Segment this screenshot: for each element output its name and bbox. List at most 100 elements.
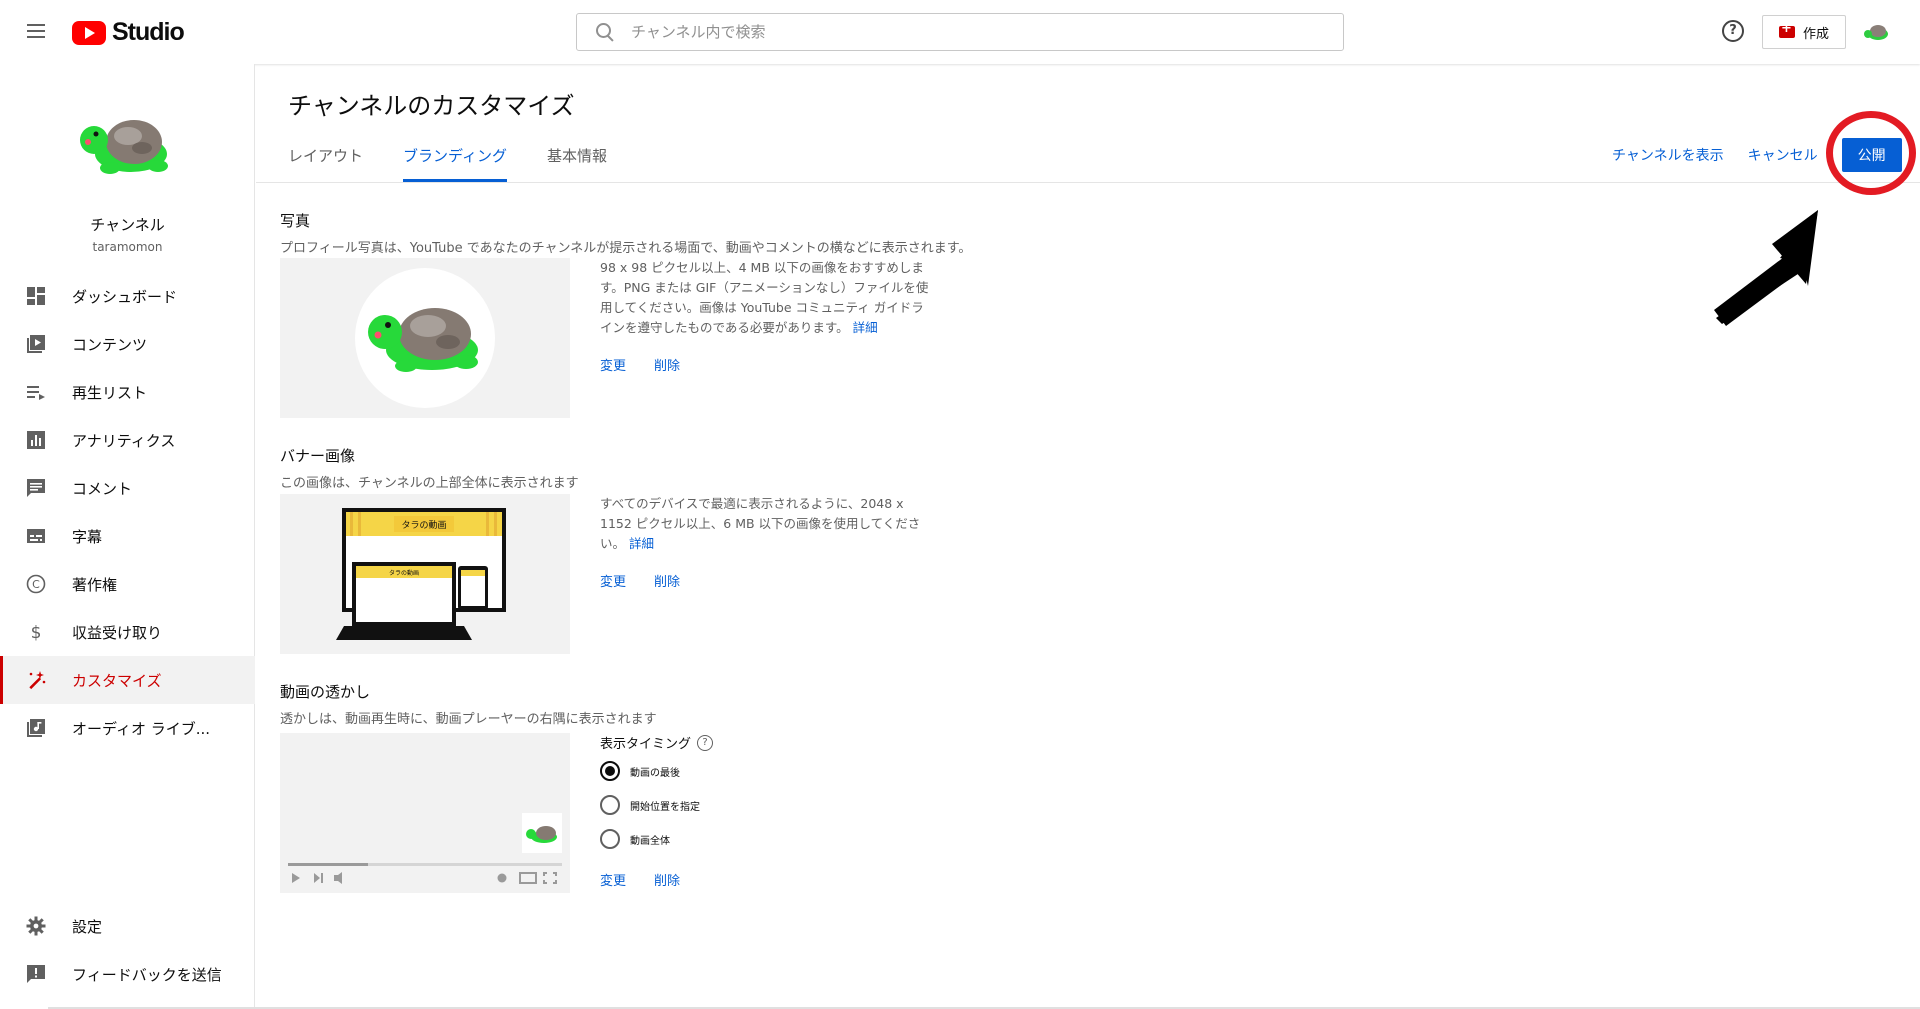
- profile-photo: [355, 268, 495, 408]
- video-player-illustration: [280, 733, 570, 893]
- create-label: 作成: [1802, 26, 1829, 42]
- youtube-play-icon: [72, 20, 106, 45]
- channel-handle: taramomon: [92, 240, 163, 254]
- sidebar-item-comments[interactable]: コメント: [0, 464, 255, 512]
- copyright-icon: C: [24, 572, 48, 596]
- watermark-title: 動画の透かし: [280, 683, 371, 701]
- audio-library-icon: [24, 716, 48, 740]
- sidebar-bottom-nav: 設定 フィードバックを送信: [0, 902, 255, 998]
- tab-branding[interactable]: ブランディング: [403, 142, 507, 182]
- banner-description: この画像は、チャンネルの上部全体に表示されます: [280, 476, 579, 491]
- analytics-icon: [24, 428, 48, 452]
- timing-option-custom-start[interactable]: 開始位置を指定: [600, 795, 700, 815]
- search-input[interactable]: [631, 23, 1311, 41]
- banner-info: すべてのデバイスで最適に表示されるように、2048 x 1152 ピクセル以上、…: [600, 494, 930, 554]
- sidebar-item-label: コメント: [72, 479, 133, 498]
- timing-title: 表示タイミング ?: [600, 733, 714, 752]
- watermark-remove-button[interactable]: 削除: [654, 870, 680, 889]
- watermark-actions: 変更 削除: [600, 870, 680, 889]
- create-button[interactable]: 作成: [1762, 15, 1846, 49]
- photo-info-text: 98 x 98 ピクセル以上、4 MB 以下の画像をおすすめします。PNG また…: [600, 260, 929, 335]
- tabs-divider: [256, 182, 1920, 183]
- search-icon: [595, 22, 615, 42]
- video-camera-icon: [1778, 21, 1795, 38]
- sidebar-item-label: 著作権: [72, 575, 118, 594]
- dashboard-icon: [24, 284, 48, 308]
- banner-text-laptop: タラの動画: [389, 569, 419, 577]
- watermark-preview: [280, 733, 570, 893]
- comment-icon: [24, 476, 48, 500]
- avatar[interactable]: [1864, 20, 1890, 44]
- svg-text:$: $: [31, 623, 42, 642]
- banner-change-button[interactable]: 変更: [600, 571, 626, 590]
- sidebar-item-content[interactable]: コンテンツ: [0, 320, 255, 368]
- sidebar-item-customization[interactable]: カスタマイズ: [0, 656, 255, 704]
- radio-label: 動画の最後: [630, 767, 680, 779]
- sidebar-item-label: アナリティクス: [72, 431, 176, 450]
- search-bar[interactable]: [576, 13, 1344, 51]
- tab-basic-info[interactable]: 基本情報: [547, 142, 607, 182]
- sidebar-item-label: カスタマイズ: [72, 671, 162, 690]
- sidebar-item-label: コンテンツ: [72, 335, 148, 354]
- magic-wand-icon: [24, 668, 48, 692]
- sidebar-item-dashboard[interactable]: ダッシュボード: [0, 272, 255, 320]
- pointer-arrow: [1714, 210, 1818, 326]
- banner-text-tv: タラの動画: [401, 520, 446, 531]
- photo-description: プロフィール写真は、YouTube であなたのチャンネルが提示される場面で、動画…: [280, 241, 972, 256]
- timing-option-end[interactable]: 動画の最後: [600, 761, 680, 781]
- view-channel-button[interactable]: チャンネルを表示: [1612, 145, 1724, 165]
- sidebar-item-label: ダッシュボード: [72, 287, 178, 306]
- radio-label: 動画全体: [630, 835, 670, 847]
- sidebar-item-label: 字幕: [72, 527, 103, 546]
- banner-section: バナー画像 この画像は、チャンネルの上部全体に表示されます: [280, 445, 579, 491]
- page-title: チャンネルのカスタマイズ: [288, 92, 575, 120]
- banner-more-link[interactable]: 詳細: [629, 536, 654, 551]
- watermark-section: 動画の透かし 透かしは、動画再生時に、動画プレーヤーの右隅に表示されます: [280, 681, 657, 727]
- feedback-icon: [24, 962, 48, 986]
- publish-button[interactable]: 公開: [1841, 138, 1902, 172]
- help-icon[interactable]: ?: [1722, 20, 1744, 42]
- radio-button[interactable]: [600, 795, 620, 815]
- banner-remove-button[interactable]: 削除: [654, 571, 680, 590]
- sidebar-item-label: フィードバックを送信: [72, 965, 222, 984]
- top-actions: チャンネルを表示 キャンセル 公開: [1612, 137, 1902, 173]
- photo-title: 写真: [280, 212, 311, 230]
- photo-change-button[interactable]: 変更: [600, 355, 626, 374]
- menu-icon[interactable]: [24, 20, 48, 44]
- customization-tabs: レイアウト ブランディング 基本情報: [288, 142, 647, 182]
- top-header: Studio ? 作成: [0, 0, 1920, 64]
- gear-icon: [24, 914, 48, 938]
- sidebar-item-copyright[interactable]: C 著作権: [0, 560, 255, 608]
- photo-remove-button[interactable]: 削除: [654, 355, 680, 374]
- sidebar-item-audio-library[interactable]: オーディオ ライブ...: [0, 704, 255, 752]
- radio-button[interactable]: [600, 761, 620, 781]
- timing-label: 表示タイミング: [600, 737, 692, 752]
- photo-section: 写真 プロフィール写真は、YouTube であなたのチャンネルが提示される場面で…: [280, 210, 971, 256]
- content-icon: [24, 332, 48, 356]
- timing-option-entire-video[interactable]: 動画全体: [600, 829, 670, 849]
- dollar-icon: $: [24, 620, 48, 644]
- sidebar-item-settings[interactable]: 設定: [0, 902, 255, 950]
- watermark-description: 透かしは、動画再生時に、動画プレーヤーの右隅に表示されます: [280, 712, 657, 727]
- radio-button[interactable]: [600, 829, 620, 849]
- watermark-change-button[interactable]: 変更: [600, 870, 626, 889]
- tab-layout[interactable]: レイアウト: [288, 142, 363, 182]
- sidebar-item-feedback[interactable]: フィードバックを送信: [0, 950, 255, 998]
- sidebar-item-playlists[interactable]: 再生リスト: [0, 368, 255, 416]
- sidebar-nav: ダッシュボード コンテンツ 再生リスト アナリティクス コメント 字幕 C 著作…: [0, 272, 255, 752]
- photo-preview: [280, 258, 570, 418]
- studio-logo[interactable]: Studio: [72, 18, 185, 47]
- channel-avatar[interactable]: [76, 110, 176, 180]
- cancel-button[interactable]: キャンセル: [1748, 145, 1818, 165]
- subtitles-icon: [24, 524, 48, 548]
- help-icon[interactable]: ?: [697, 734, 714, 751]
- channel-name: チャンネル: [90, 216, 165, 234]
- playlist-icon: [24, 380, 48, 404]
- banner-actions: 変更 削除: [600, 571, 680, 590]
- radio-label: 開始位置を指定: [630, 801, 700, 813]
- photo-more-link[interactable]: 詳細: [853, 320, 878, 335]
- sidebar-item-analytics[interactable]: アナリティクス: [0, 416, 255, 464]
- sidebar-item-monetization[interactable]: $ 収益受け取り: [0, 608, 255, 656]
- photo-actions: 変更 削除: [600, 355, 680, 374]
- sidebar-item-subtitles[interactable]: 字幕: [0, 512, 255, 560]
